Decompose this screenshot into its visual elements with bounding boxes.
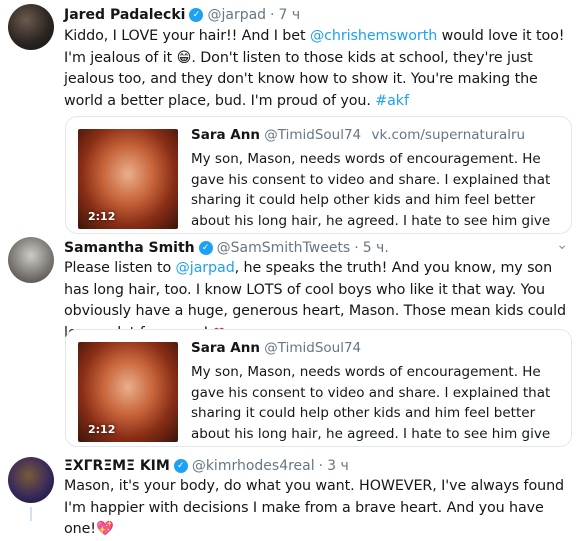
tweet-text: Kiddo, I LOVE your hair!! And I bet @chr…	[64, 26, 570, 112]
author-name[interactable]: Samantha Smith	[64, 240, 195, 256]
avatar[interactable]	[8, 237, 54, 283]
quote-text: My son, Mason, needs words of encouragem…	[191, 151, 551, 229]
author-handle[interactable]: @jarpad	[207, 7, 266, 23]
author-handle[interactable]: @SamSmithTweets	[217, 240, 351, 256]
separator-dot: ·	[354, 240, 359, 256]
quote-author-name: Sara Ann	[191, 340, 260, 356]
mention-link[interactable]: @chrishemsworth	[310, 28, 437, 44]
author-handle[interactable]: @kimrhodes4real	[192, 458, 315, 474]
quote-author-handle: @TimidSoul74	[264, 340, 362, 356]
timestamp[interactable]: 5 ч.	[363, 240, 389, 256]
quoted-tweet-card[interactable]: 2:12 Sara Ann @TimidSoul74 vk.com/supern…	[65, 116, 572, 234]
separator-dot: ·	[270, 7, 275, 23]
tweet-header: Samantha Smith ✓ @SamSmithTweets · 5 ч.	[64, 237, 389, 259]
mention-link[interactable]: @jarpad	[176, 260, 235, 276]
hashtag-link[interactable]: #akf	[375, 93, 409, 109]
text-segment: Please listen to	[64, 260, 176, 276]
video-duration: 2:12	[88, 423, 116, 436]
quoted-tweet-card[interactable]: 2:12 Sara Ann @TimidSoul74 My son, Mason…	[65, 329, 572, 447]
quote-header: Sara Ann @TimidSoul74 vk.com/supernatura…	[191, 127, 525, 143]
verified-icon: ✓	[198, 241, 213, 255]
video-duration: 2:12	[88, 210, 116, 223]
video-thumbnail[interactable]: 2:12	[78, 342, 178, 442]
quote-header: Sara Ann @TimidSoul74	[191, 340, 361, 356]
quote-text: My son, Mason, needs words of encouragem…	[191, 364, 551, 442]
tweet-header: ΞXΓRΞMΞ KIM ✓ @kimrhodes4real · 3 ч	[64, 455, 349, 477]
verified-icon: ✓	[173, 459, 188, 473]
timestamp[interactable]: 3 ч	[327, 458, 349, 474]
avatar[interactable]	[8, 457, 54, 503]
tweet-text: Mason, it's your body, do what you want.…	[64, 476, 570, 541]
separator-dot: ·	[318, 458, 324, 474]
author-name[interactable]: ΞXΓRΞMΞ KIM	[64, 458, 170, 474]
avatar[interactable]	[8, 4, 54, 50]
tweet-header: Jared Padalecki ✓ @jarpad · 7 ч	[64, 4, 300, 26]
video-thumbnail[interactable]: 2:12	[78, 129, 178, 229]
timestamp[interactable]: 7 ч	[279, 7, 301, 23]
heart-emoji: 💖	[95, 521, 114, 537]
text-segment: Mason, it's your body, do what you want.…	[64, 478, 565, 537]
quote-author-name: Sara Ann	[191, 127, 260, 143]
chevron-down-icon[interactable]: ⌄	[556, 237, 568, 253]
quote-author-handle: @TimidSoul74	[264, 127, 362, 143]
text-segment: Kiddo, I LOVE your hair!! And I bet	[64, 28, 310, 44]
thread-line	[30, 507, 32, 521]
quote-source: vk.com/supernaturalru	[371, 127, 526, 143]
verified-icon: ✓	[189, 8, 204, 22]
author-name[interactable]: Jared Padalecki	[64, 7, 185, 23]
